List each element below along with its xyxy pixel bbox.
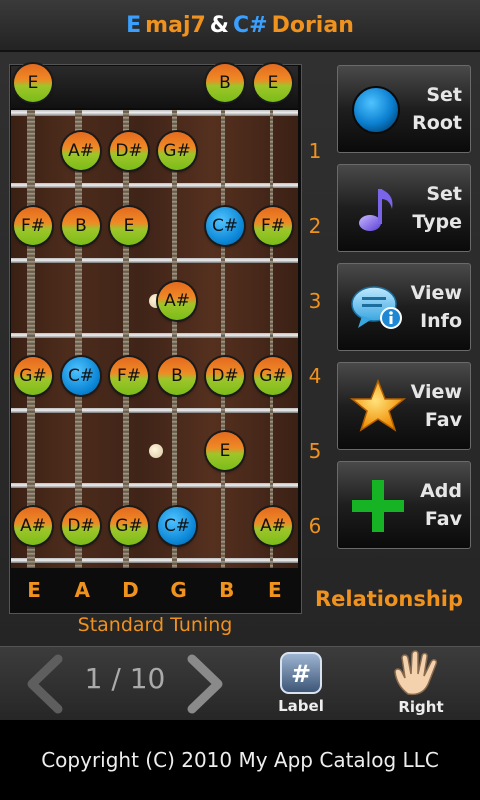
title-bar: E maj7 & C# Dorian xyxy=(0,0,480,52)
copyright-text: Copyright (C) 2010 My App Catalog LLC xyxy=(41,748,439,772)
view-fav-button[interactable]: View Fav xyxy=(337,362,471,450)
note-marker[interactable]: G# xyxy=(158,132,196,170)
right-button-text: Right xyxy=(398,698,444,716)
chord-quality: maj7 xyxy=(145,12,206,38)
info-bubble-icon xyxy=(351,286,402,329)
string-low-e xyxy=(27,110,35,568)
fret-number: 5 xyxy=(308,439,322,463)
fret-wire xyxy=(11,558,298,563)
set-type-label-line2: Type xyxy=(412,211,462,233)
view-fav-label-line2: Fav xyxy=(424,409,462,431)
root-note-marker[interactable]: C# xyxy=(62,357,100,395)
fret-number: 2 xyxy=(308,214,322,238)
tuning-note: E xyxy=(27,578,41,602)
scale-mode: Dorian xyxy=(271,12,354,38)
note-marker[interactable]: A# xyxy=(14,507,52,545)
fret-wire xyxy=(11,408,298,413)
root-note-marker[interactable]: C# xyxy=(206,207,244,245)
note-marker[interactable]: A# xyxy=(254,507,292,545)
set-root-label-line2: Root xyxy=(412,112,462,134)
tuning-note: B xyxy=(219,578,235,602)
string-high-e xyxy=(270,110,273,568)
label-button[interactable]: # Label xyxy=(272,651,330,717)
root-note-marker[interactable]: C# xyxy=(158,507,196,545)
note-marker[interactable]: B xyxy=(158,357,196,395)
note-marker[interactable]: B xyxy=(62,207,100,245)
relationship-button[interactable]: Relationship xyxy=(310,587,468,611)
fret-wire xyxy=(11,483,298,488)
star-icon xyxy=(349,378,407,432)
plus-icon xyxy=(352,480,404,532)
fretboard-neck[interactable] xyxy=(11,110,298,568)
string-g xyxy=(172,110,177,568)
set-type-label-line1: Set xyxy=(426,183,462,205)
note-marker[interactable]: E xyxy=(14,64,52,102)
tuning-note: G xyxy=(170,578,187,602)
hand-icon xyxy=(394,650,438,696)
tuning-row[interactable]: E A D G B E xyxy=(10,569,299,611)
view-info-label-line2: Info xyxy=(420,310,462,332)
set-root-label-line1: Set xyxy=(426,84,462,106)
note-marker[interactable]: F# xyxy=(254,207,292,245)
note-marker[interactable]: D# xyxy=(206,357,244,395)
page-indicator: 1 / 10 xyxy=(84,662,166,695)
note-marker[interactable]: D# xyxy=(110,132,148,170)
view-fav-label-line1: View xyxy=(410,381,462,403)
set-type-button[interactable]: Set Type xyxy=(337,164,471,252)
note-marker[interactable]: B xyxy=(206,64,244,102)
note-marker[interactable]: G# xyxy=(110,507,148,545)
string-b xyxy=(221,110,225,568)
blue-circle-icon xyxy=(352,86,400,134)
nut xyxy=(11,110,298,116)
fret-inlay-dot xyxy=(149,444,163,458)
fret-number: 4 xyxy=(308,364,322,388)
note-marker[interactable]: A# xyxy=(158,282,196,320)
music-note-icon xyxy=(359,189,393,231)
chevron-right-icon[interactable] xyxy=(182,653,228,715)
string-d xyxy=(123,110,129,568)
note-marker[interactable]: D# xyxy=(62,507,100,545)
hash-glyph: # xyxy=(291,660,311,688)
note-marker[interactable]: A# xyxy=(62,132,100,170)
tuning-note: D xyxy=(122,578,139,602)
set-root-button[interactable]: Set Root xyxy=(337,65,471,153)
view-info-button[interactable]: View Info xyxy=(337,263,471,351)
string-a xyxy=(75,110,82,568)
tuning-note: E xyxy=(268,578,282,602)
note-marker[interactable]: F# xyxy=(110,357,148,395)
note-marker[interactable]: G# xyxy=(14,357,52,395)
right-hand-button[interactable]: Right xyxy=(386,648,456,718)
fret-number: 6 xyxy=(308,514,322,538)
chevron-left-icon[interactable] xyxy=(22,653,68,715)
chord-root: E xyxy=(126,12,142,38)
fret-wire xyxy=(11,333,298,338)
tuning-note: A xyxy=(74,578,90,602)
note-marker[interactable]: E xyxy=(254,64,292,102)
copyright-footer: Copyright (C) 2010 My App Catalog LLC xyxy=(0,720,480,800)
note-marker[interactable]: E xyxy=(206,432,244,470)
fret-wire xyxy=(11,183,298,188)
tuning-label[interactable]: Standard Tuning xyxy=(10,614,300,636)
hash-key-icon: # xyxy=(280,652,322,694)
add-fav-label-line2: Fav xyxy=(424,508,462,530)
note-marker[interactable]: E xyxy=(110,207,148,245)
fret-number: 1 xyxy=(308,139,322,163)
add-fav-label-line1: Add xyxy=(420,480,462,502)
title-ampersand: & xyxy=(209,12,229,38)
view-info-label-line1: View xyxy=(410,282,462,304)
fret-number: 3 xyxy=(308,289,322,313)
add-fav-button[interactable]: Add Fav xyxy=(337,461,471,549)
label-button-text: Label xyxy=(278,697,324,715)
fret-wire xyxy=(11,258,298,263)
note-marker[interactable]: G# xyxy=(254,357,292,395)
scale-root: C# xyxy=(232,12,268,38)
note-marker[interactable]: F# xyxy=(14,207,52,245)
